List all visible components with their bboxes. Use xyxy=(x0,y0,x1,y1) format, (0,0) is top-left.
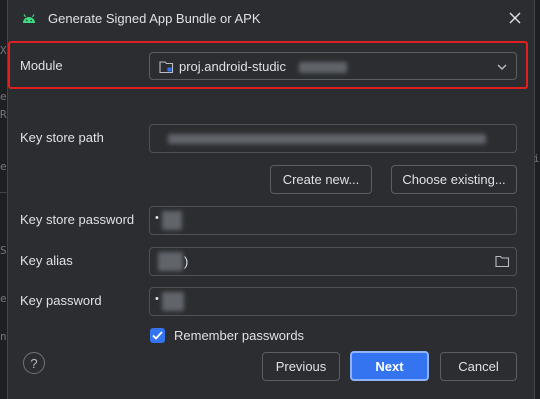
module-folder-icon xyxy=(159,61,174,74)
key-alias-value: ) xyxy=(184,254,189,269)
key-password-input[interactable]: • xyxy=(149,287,517,316)
android-icon xyxy=(23,14,35,23)
previous-button[interactable]: Previous xyxy=(262,352,340,381)
key-password-label: Key password xyxy=(20,293,102,308)
remember-passwords-checkbox[interactable] xyxy=(150,328,165,343)
folder-icon[interactable] xyxy=(495,255,510,268)
cancel-button[interactable]: Cancel xyxy=(440,352,517,381)
help-icon[interactable]: ? xyxy=(23,352,45,374)
redacted-text xyxy=(162,211,182,230)
close-icon[interactable] xyxy=(508,11,522,25)
redacted-text xyxy=(299,62,347,73)
code-fragment: S xyxy=(0,244,7,257)
remember-passwords-label[interactable]: Remember passwords xyxy=(174,328,304,343)
checkmark-icon xyxy=(152,331,163,340)
key-alias-input[interactable]: ) xyxy=(149,247,517,276)
next-button[interactable]: Next xyxy=(350,351,429,381)
redacted-text xyxy=(162,292,184,311)
module-dropdown[interactable]: proj.android-studic xyxy=(149,52,517,80)
redacted-text xyxy=(168,134,486,144)
module-value: proj.android-studic xyxy=(179,59,286,74)
dialog-title: Generate Signed App Bundle or APK xyxy=(48,11,261,26)
key-store-path-input[interactable] xyxy=(149,124,517,153)
module-label: Module xyxy=(20,58,63,73)
key-store-path-label: Key store path xyxy=(20,130,104,145)
key-alias-label: Key alias xyxy=(20,253,73,268)
chevron-down-icon xyxy=(497,64,507,70)
key-store-password-input[interactable]: • xyxy=(149,206,517,235)
create-new-button[interactable]: Create new... xyxy=(270,165,372,194)
password-mask: • xyxy=(155,212,159,224)
password-mask: • xyxy=(155,293,159,305)
redacted-text xyxy=(158,252,183,271)
choose-existing-button[interactable]: Choose existing... xyxy=(391,165,517,194)
key-store-password-label: Key store password xyxy=(20,212,135,227)
